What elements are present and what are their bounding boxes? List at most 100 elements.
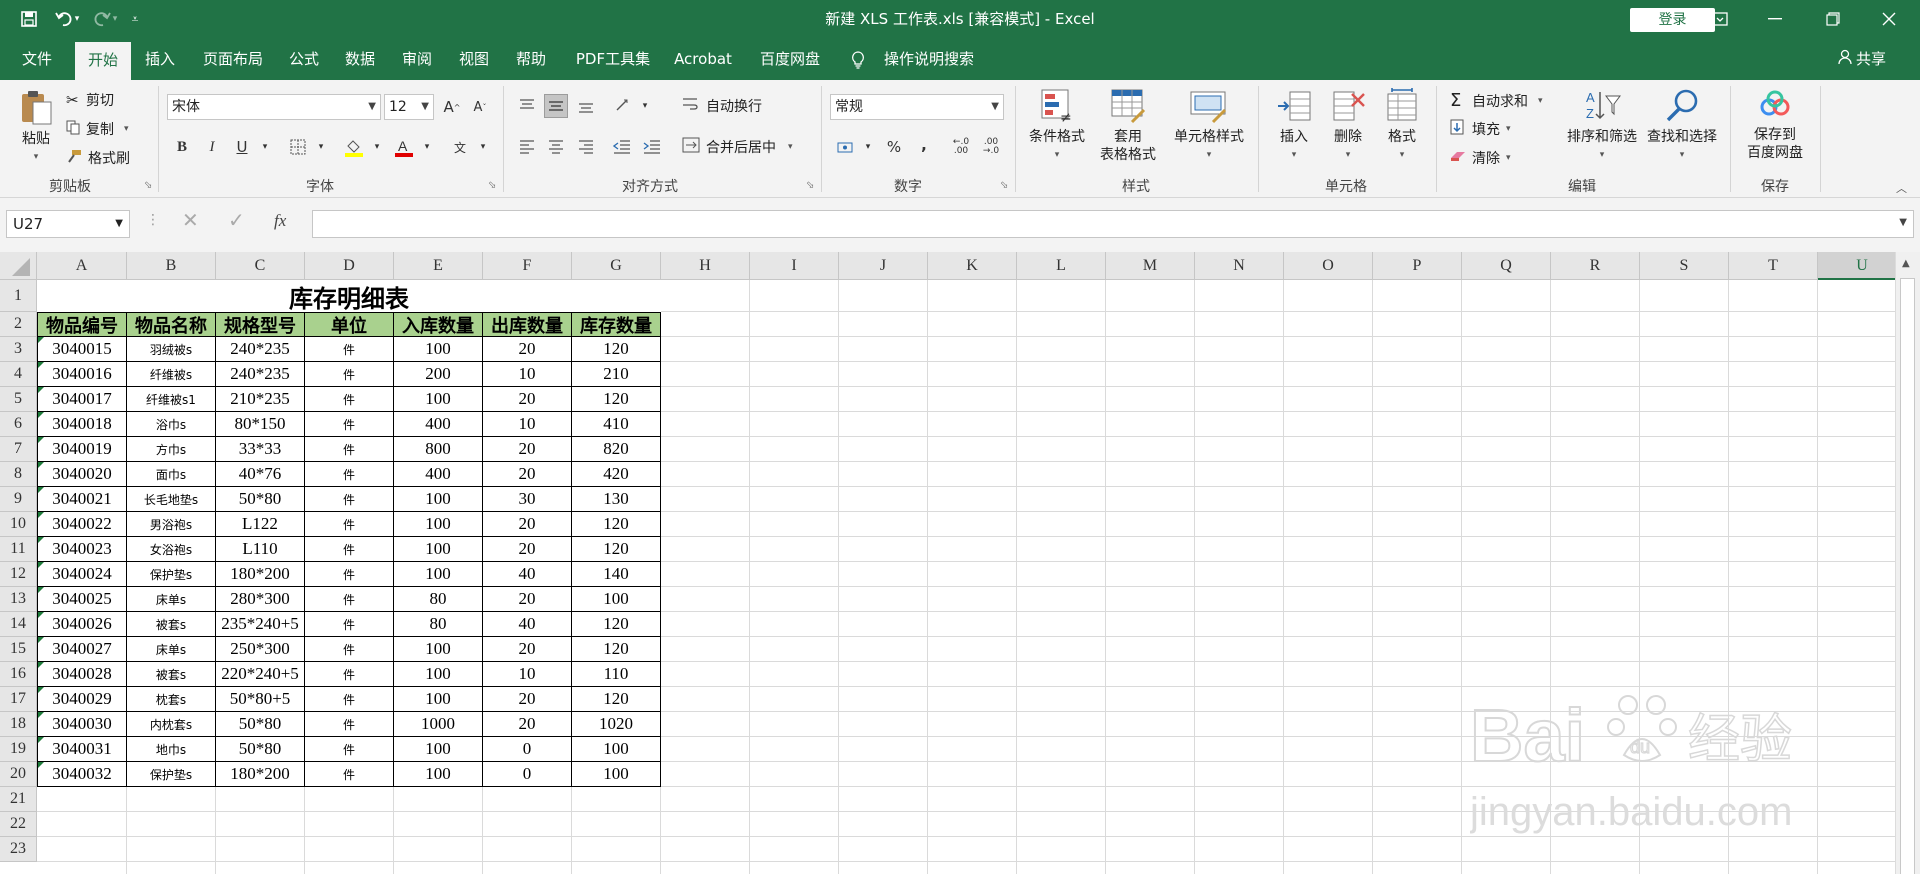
cell-G20[interactable]: 100: [572, 762, 661, 787]
row-header-22[interactable]: 22: [0, 812, 37, 837]
cell-E19[interactable]: 100: [394, 737, 483, 762]
collapse-ribbon-icon[interactable]: ︿: [1896, 180, 1907, 196]
borders-dropdown-icon[interactable]: ▾: [309, 135, 333, 159]
cell-E11[interactable]: 100: [394, 537, 483, 562]
cell-F5[interactable]: 20: [483, 387, 572, 412]
cell-E5[interactable]: 100: [394, 387, 483, 412]
autosum-button[interactable]: Σ 自动求和 ▾: [1450, 90, 1543, 111]
column-header-N[interactable]: N: [1195, 252, 1284, 280]
cell-C15[interactable]: 250*300: [216, 637, 305, 662]
cell-B11[interactable]: 女浴袍s: [127, 537, 216, 562]
table-title[interactable]: 库存明细表: [37, 280, 661, 313]
delete-cells-button[interactable]: 删除 ▾: [1322, 88, 1374, 164]
cell-B13[interactable]: 床单s: [127, 587, 216, 612]
cell-A8[interactable]: 3040020: [37, 462, 127, 487]
phonetic-dropdown-icon[interactable]: ▾: [471, 135, 495, 159]
cell-C12[interactable]: 180*200: [216, 562, 305, 587]
cell-B8[interactable]: 面巾s: [127, 462, 216, 487]
column-header-R[interactable]: R: [1551, 252, 1640, 280]
cell-B6[interactable]: 浴巾s: [127, 412, 216, 437]
font-name-combo[interactable]: 宋体 ▼: [167, 94, 381, 120]
cell-C6[interactable]: 80*150: [216, 412, 305, 437]
column-header-J[interactable]: J: [839, 252, 928, 280]
format-painter-button[interactable]: 格式刷: [66, 148, 130, 168]
cell-B18[interactable]: 内枕套s: [127, 712, 216, 737]
align-bottom-icon[interactable]: [574, 94, 598, 118]
vertical-scrollbar[interactable]: ▲: [1895, 252, 1920, 874]
cell-E3[interactable]: 100: [394, 337, 483, 362]
cell-D11[interactable]: 件: [305, 537, 394, 562]
column-header-A[interactable]: A: [37, 252, 127, 280]
align-left-icon[interactable]: [515, 135, 539, 159]
cell-G7[interactable]: 820: [572, 437, 661, 462]
scroll-up-icon[interactable]: ▲: [1902, 258, 1910, 269]
cell-E20[interactable]: 100: [394, 762, 483, 787]
column-header-D[interactable]: D: [305, 252, 394, 280]
cell-B14[interactable]: 被套s: [127, 612, 216, 637]
row-header-9[interactable]: 9: [0, 487, 37, 512]
cell-D8[interactable]: 件: [305, 462, 394, 487]
close-icon[interactable]: [1866, 0, 1912, 38]
format-cells-button[interactable]: 格式 ▾: [1376, 88, 1428, 164]
cell-D6[interactable]: 件: [305, 412, 394, 437]
cell-E14[interactable]: 80: [394, 612, 483, 637]
cell-D12[interactable]: 件: [305, 562, 394, 587]
cell-G17[interactable]: 120: [572, 687, 661, 712]
cell-E13[interactable]: 80: [394, 587, 483, 612]
cell-G4[interactable]: 210: [572, 362, 661, 387]
cell-F8[interactable]: 20: [483, 462, 572, 487]
cell-E6[interactable]: 400: [394, 412, 483, 437]
cell-A14[interactable]: 3040026: [37, 612, 127, 637]
borders-icon[interactable]: [286, 135, 310, 159]
cell-D17[interactable]: 件: [305, 687, 394, 712]
column-header-P[interactable]: P: [1373, 252, 1462, 280]
cell-F16[interactable]: 10: [483, 662, 572, 687]
cell-B20[interactable]: 保护垫s: [127, 762, 216, 787]
comma-button[interactable]: ,: [912, 133, 936, 157]
cell-A3[interactable]: 3040015: [37, 337, 127, 362]
cell-B12[interactable]: 保护垫s: [127, 562, 216, 587]
name-box[interactable]: U27 ▼: [6, 210, 130, 238]
tell-me-search[interactable]: 操作说明搜索: [880, 38, 978, 80]
cell-E15[interactable]: 100: [394, 637, 483, 662]
align-top-icon[interactable]: [515, 94, 539, 118]
orientation-dropdown-icon[interactable]: ▾: [633, 94, 657, 118]
cell-E16[interactable]: 100: [394, 662, 483, 687]
cell-G5[interactable]: 120: [572, 387, 661, 412]
lightbulb-icon[interactable]: [847, 38, 869, 80]
column-header-G[interactable]: G: [572, 252, 661, 280]
column-header-B[interactable]: B: [127, 252, 216, 280]
cell-E18[interactable]: 1000: [394, 712, 483, 737]
font-launcher-icon[interactable]: ⬂: [488, 180, 496, 191]
cell-A7[interactable]: 3040019: [37, 437, 127, 462]
cell-C11[interactable]: L110: [216, 537, 305, 562]
cell-D10[interactable]: 件: [305, 512, 394, 537]
cell-B9[interactable]: 长毛地垫s: [127, 487, 216, 512]
cell-B3[interactable]: 羽绒被s: [127, 337, 216, 362]
cell-E4[interactable]: 200: [394, 362, 483, 387]
cell-B15[interactable]: 床单s: [127, 637, 216, 662]
merge-dropdown-icon[interactable]: ▾: [788, 142, 793, 152]
increase-decimal-button[interactable]: ←.0.00: [948, 135, 974, 159]
row-header-11[interactable]: 11: [0, 537, 37, 562]
cell-E17[interactable]: 100: [394, 687, 483, 712]
column-header-M[interactable]: M: [1106, 252, 1195, 280]
accounting-icon[interactable]: [834, 135, 858, 159]
increase-indent-icon[interactable]: [640, 135, 664, 159]
paste-button[interactable]: 粘贴 ▾: [14, 88, 58, 166]
restore-icon[interactable]: [1810, 0, 1856, 38]
cell-F11[interactable]: 20: [483, 537, 572, 562]
cell-E8[interactable]: 400: [394, 462, 483, 487]
align-right-icon[interactable]: [574, 135, 598, 159]
tab-home[interactable]: 开始: [75, 42, 131, 80]
cell-A16[interactable]: 3040028: [37, 662, 127, 687]
fill-button[interactable]: 填充 ▾: [1450, 119, 1511, 139]
worksheet-grid[interactable]: ABCDEFGHIJKLMNOPQRSTU 1 2 3 4 5 6 7 8 9 10 11 12 13 1…: [0, 252, 1920, 874]
tab-acrobat[interactable]: Acrobat: [668, 38, 738, 80]
column-header-K[interactable]: K: [928, 252, 1017, 280]
cell-F19[interactable]: 0: [483, 737, 572, 762]
paste-dropdown-icon[interactable]: ▾: [14, 148, 58, 166]
row-header-12[interactable]: 12: [0, 562, 37, 587]
tab-insert[interactable]: 插入: [138, 38, 182, 80]
underline-button[interactable]: U: [230, 135, 254, 159]
